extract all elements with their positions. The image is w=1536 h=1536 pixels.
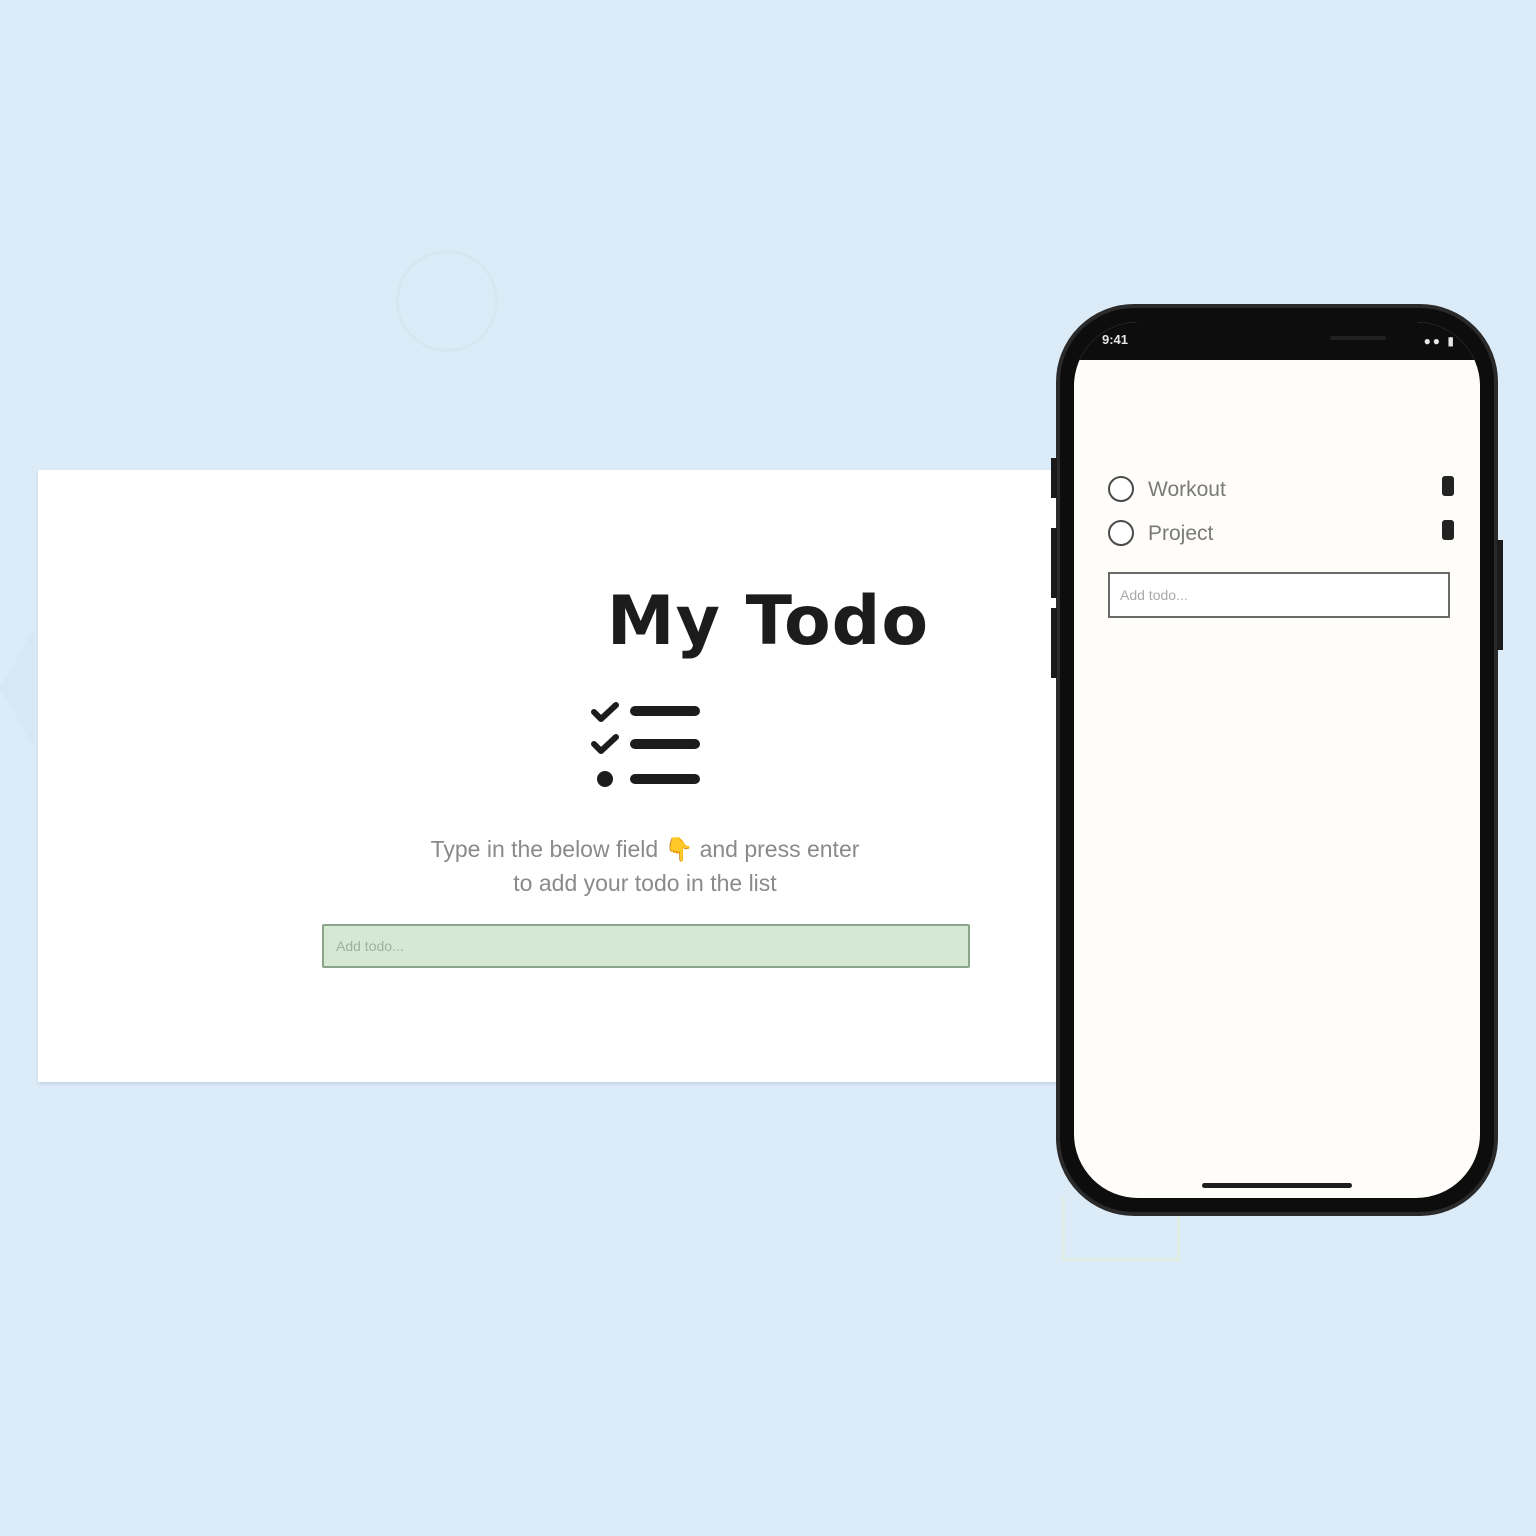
- phone-notch: [1160, 322, 1396, 360]
- status-icons: ●● ▮: [1423, 334, 1456, 348]
- todo-item: Workout: [1108, 472, 1454, 516]
- todo-checkbox[interactable]: [1108, 476, 1134, 502]
- delete-icon[interactable]: [1442, 476, 1454, 496]
- phone-volume-down-button: [1051, 608, 1057, 678]
- status-time: 9:41: [1102, 332, 1129, 347]
- todo-item: Project: [1108, 516, 1454, 560]
- phone-mute-button: [1051, 458, 1057, 498]
- todo-checkbox[interactable]: [1108, 520, 1134, 546]
- todo-label: Workout: [1148, 478, 1226, 501]
- status-bar: 9:41 ●● ▮: [1074, 322, 1480, 360]
- notch-speaker: [1330, 336, 1386, 340]
- phone-todo-input[interactable]: [1108, 572, 1450, 618]
- todo-input[interactable]: [322, 924, 970, 968]
- desktop-app-card: [38, 470, 1068, 1082]
- phone-volume-up-button: [1051, 528, 1057, 598]
- phone-mockup: 9:41 ●● ▮ Workout Project: [1051, 304, 1503, 1216]
- todo-list: Workout Project: [1108, 472, 1454, 560]
- home-indicator[interactable]: [1202, 1183, 1352, 1188]
- checklist-icon: [591, 702, 700, 787]
- phone-screen: 9:41 ●● ▮ Workout Project: [1074, 322, 1480, 1198]
- delete-icon[interactable]: [1442, 520, 1454, 540]
- phone-power-button: [1497, 540, 1503, 650]
- background-decoration-circle: [396, 250, 498, 352]
- todo-label: Project: [1148, 522, 1214, 545]
- instructions-text: Type in the below field 👇 and press ente…: [430, 836, 860, 896]
